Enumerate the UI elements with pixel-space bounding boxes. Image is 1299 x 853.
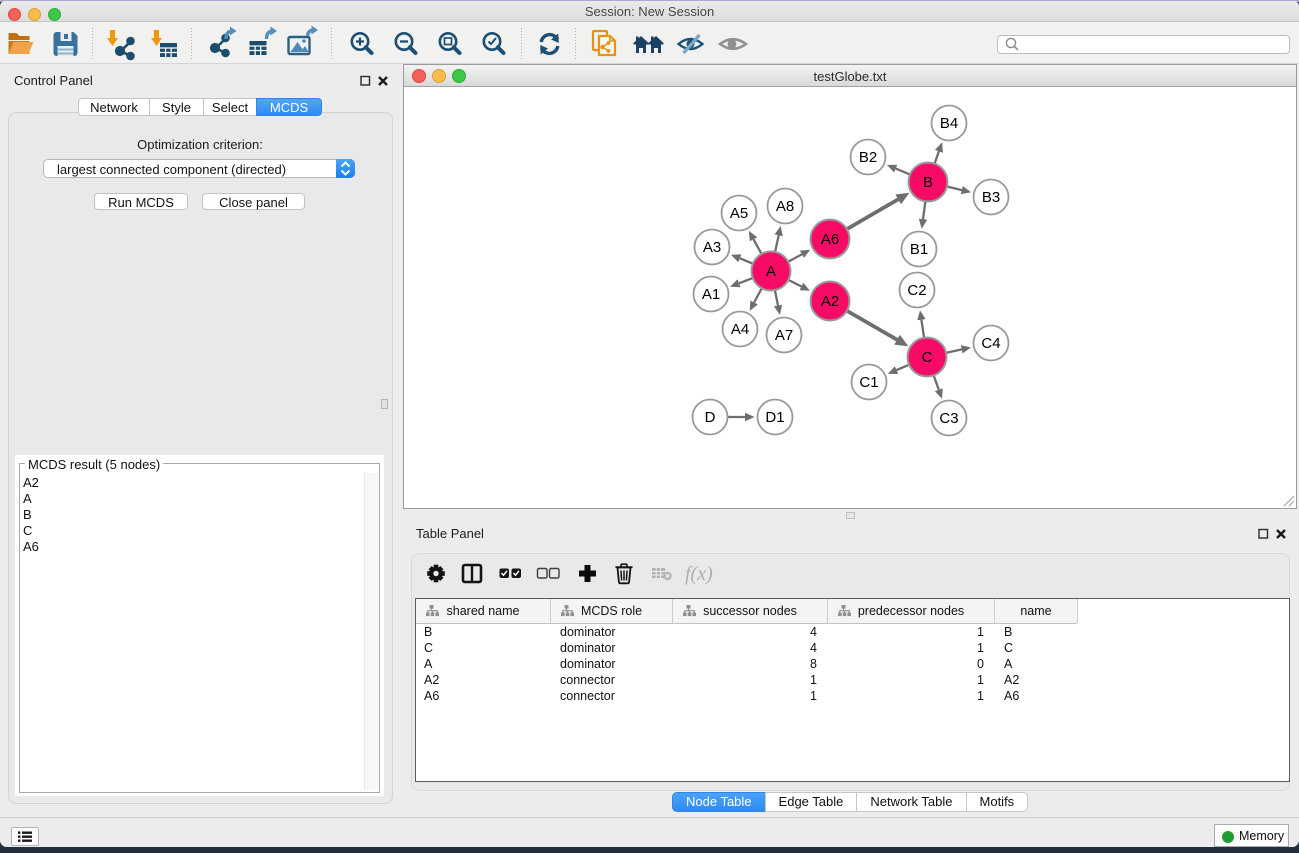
svg-text:C4: C4 xyxy=(981,335,1000,352)
svg-text:D1: D1 xyxy=(765,409,784,426)
svg-text:B2: B2 xyxy=(859,149,877,166)
svg-text:A3: A3 xyxy=(703,239,721,256)
svg-text:A4: A4 xyxy=(731,321,749,338)
svg-text:f(x): f(x) xyxy=(685,563,713,585)
svg-text:B: B xyxy=(923,174,933,191)
svg-text:B3: B3 xyxy=(982,189,1000,206)
svg-text:A7: A7 xyxy=(775,327,793,344)
svg-text:B1: B1 xyxy=(910,241,928,258)
svg-text:D: D xyxy=(705,409,716,426)
svg-text:C: C xyxy=(922,349,933,366)
svg-text:C1: C1 xyxy=(859,374,878,391)
svg-text:A5: A5 xyxy=(730,205,748,222)
svg-text:A: A xyxy=(766,263,776,280)
svg-text:A1: A1 xyxy=(702,286,720,303)
svg-text:A8: A8 xyxy=(776,198,794,215)
svg-text:A6: A6 xyxy=(821,231,839,248)
svg-text:A2: A2 xyxy=(821,293,839,310)
svg-text:B4: B4 xyxy=(940,115,958,132)
svg-text:C3: C3 xyxy=(939,410,958,427)
svg-text:C2: C2 xyxy=(907,282,926,299)
